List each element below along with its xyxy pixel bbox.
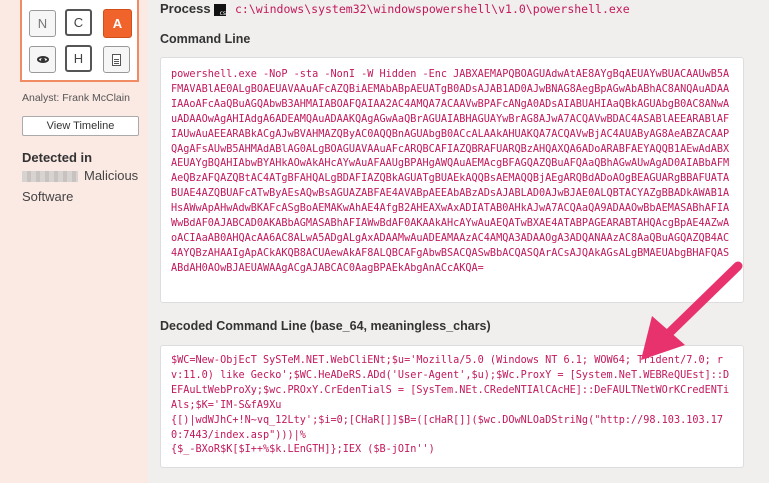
- command-line-heading: Command Line: [160, 32, 251, 46]
- main-panel: Process c:\windows\system32\windowspower…: [148, 0, 769, 483]
- eye-icon: [36, 56, 49, 63]
- view-button[interactable]: [29, 46, 56, 73]
- a-button-label: A: [112, 16, 123, 31]
- detected-value-line1: Malicious: [84, 168, 139, 183]
- a-button[interactable]: A: [103, 9, 132, 38]
- decoded-box: $WC=New-ObjEcT SySTeM.NET.WebCliENt;$u='…: [160, 345, 744, 468]
- process-label: Process: [160, 1, 211, 16]
- redacted-text: [22, 171, 78, 182]
- decoded-text: $WC=New-ObjEcT SySTeM.NET.WebCliENt;$u='…: [171, 355, 730, 456]
- sidebar: N C A H Analyst: Frank McClain View Time…: [0, 0, 148, 483]
- detected-value-line2: Software: [22, 189, 74, 204]
- decoded-heading: Decoded Command Line (base_64, meaningle…: [160, 319, 491, 333]
- n-button-label: N: [37, 16, 48, 31]
- view-timeline-button[interactable]: View Timeline: [22, 116, 139, 136]
- h-button-label: H: [73, 51, 84, 66]
- terminal-icon: [214, 4, 226, 17]
- process-path: c:\windows\system32\windowspowershell\v1…: [235, 2, 630, 16]
- command-line-text: powershell.exe -NoP -sta -NonI -W Hidden…: [171, 69, 730, 274]
- c-button[interactable]: C: [65, 9, 92, 36]
- n-button[interactable]: N: [29, 10, 56, 37]
- command-line-box: powershell.exe -NoP -sta -NonI -W Hidden…: [160, 57, 744, 303]
- document-button[interactable]: [103, 46, 130, 73]
- h-button[interactable]: H: [65, 45, 92, 72]
- document-icon: [112, 53, 121, 66]
- detected-in-heading: Detected in: [22, 150, 93, 165]
- action-card: N C A H: [20, 0, 139, 82]
- c-button-label: C: [73, 15, 84, 30]
- analyst-name: Analyst: Frank McClain: [22, 92, 130, 104]
